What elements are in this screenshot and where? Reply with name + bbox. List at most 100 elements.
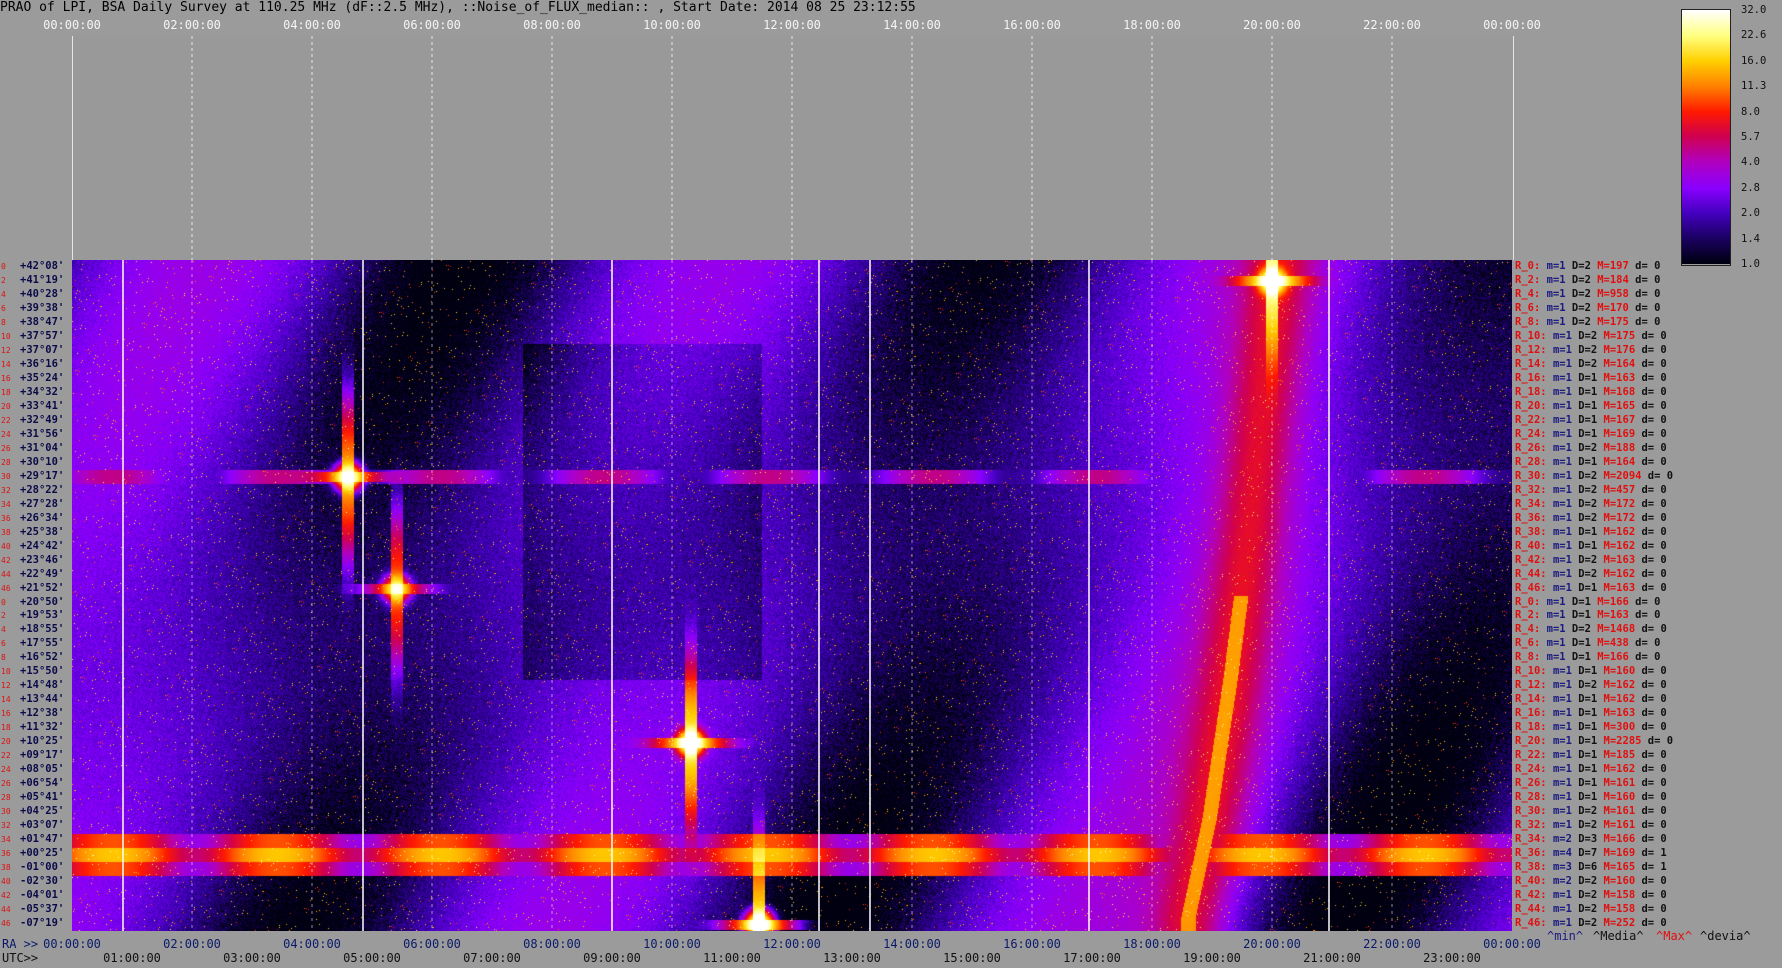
beam-stat-row: R_20: m=1 D=1 M=2285 d= 0 xyxy=(1515,736,1673,747)
beam-stat-m: m=1 xyxy=(1552,777,1572,790)
declination-label: +42°08' xyxy=(20,260,65,272)
declination-label: +05°41' xyxy=(20,791,65,804)
beam-stat-r: R_38: xyxy=(1515,525,1547,538)
beam-stat-m: m=1 xyxy=(1552,567,1572,580)
top-tick-label: 02:00:00 xyxy=(163,18,221,32)
top-tick-label: 00:00:00 xyxy=(1483,18,1541,32)
top-tick-label: 14:00:00 xyxy=(883,18,941,32)
beam-stat-d: D=2 xyxy=(1578,903,1598,916)
beam-stat-z: d= 0 xyxy=(1641,721,1667,734)
beam-stat-z: d= 0 xyxy=(1641,567,1667,580)
beam-stat-row: R_4: m=1 D=2 M=958 d= 0 xyxy=(1515,287,1660,300)
beam-stat-M: M=163 xyxy=(1597,609,1629,622)
beam-stat-z: d= 0 xyxy=(1641,553,1667,566)
beam-stat-r: R_24: xyxy=(1515,763,1547,776)
beam-index-label: 46 xyxy=(1,919,11,929)
beam-stat-z: d= 0 xyxy=(1641,441,1667,454)
beam-stat-z: d= 0 xyxy=(1641,329,1667,342)
beam-stat-d: D=6 xyxy=(1578,861,1598,874)
beam-stat-M: M=172 xyxy=(1603,511,1636,524)
beam-index-label: 44 xyxy=(1,569,11,579)
beam-stat-z: d= 0 xyxy=(1641,343,1667,356)
beam-stat-z: d= 0 xyxy=(1635,637,1661,650)
beam-stat-z: d= 0 xyxy=(1641,693,1667,706)
beam-stat-z: d= 0 xyxy=(1641,525,1667,538)
beam-index-label: 32 xyxy=(1,821,11,831)
chart-title: PRAO of LPI, BSA Daily Survey at 110.25 … xyxy=(0,0,916,15)
declination-label: +32°49' xyxy=(20,413,65,426)
beam-stat-row: R_2: m=1 D=2 M=184 d= 0 xyxy=(1515,274,1660,286)
beam-stat-m: m=1 xyxy=(1546,623,1566,636)
beam-stat-d: D=1 xyxy=(1578,693,1598,706)
beam-stat-M: M=165 xyxy=(1603,399,1636,412)
beam-index-label: 36 xyxy=(1,513,11,523)
beam-index-label: 20 xyxy=(1,401,11,411)
utc-tick-label: 01:00:00 xyxy=(103,951,161,965)
beam-stat-z: d= 0 xyxy=(1647,469,1674,482)
beam-stat-row: R_40: m=2 D=2 M=160 d= 0 xyxy=(1515,876,1667,887)
beam-stat-M: M=457 xyxy=(1603,483,1636,496)
ra-tick-label: 00:00:00 xyxy=(43,937,101,951)
beam-stat-r: R_20: xyxy=(1515,399,1547,412)
beam-index-label: 46 xyxy=(1,583,11,593)
beam-stat-z: d= 0 xyxy=(1641,805,1667,818)
colorbar-tick-label: 1.4 xyxy=(1741,232,1760,245)
beam-stat-r: R_44: xyxy=(1515,567,1547,580)
beam-stat-z: d= 0 xyxy=(1641,679,1667,692)
beam-index-label: 6 xyxy=(1,303,6,313)
declination-label: +09°17' xyxy=(20,749,65,762)
beam-stat-r: R_12: xyxy=(1515,343,1547,356)
beam-index-label: 44 xyxy=(1,905,11,915)
beam-stat-m: m=3 xyxy=(1552,861,1572,874)
beam-stat-r: R_18: xyxy=(1515,721,1547,734)
beam-stat-z: d= 0 xyxy=(1641,903,1667,916)
beam-stat-row: R_18: m=1 D=1 M=168 d= 0 xyxy=(1515,386,1667,398)
beam-stat-d: D=1 xyxy=(1578,427,1598,440)
top-tick-label: 18:00:00 xyxy=(1123,18,1181,32)
declination-label: +16°52' xyxy=(20,651,65,664)
beam-stat-M: M=162 xyxy=(1603,539,1636,552)
beam-index-label: 30 xyxy=(1,807,11,817)
beam-stat-m: m=1 xyxy=(1552,441,1572,454)
beam-stat-M: M=197 xyxy=(1597,260,1629,272)
declination-label: +14°48' xyxy=(20,679,65,692)
beam-index-label: 38 xyxy=(1,527,11,537)
declination-label: -02°30' xyxy=(20,875,65,888)
beam-stat-m: m=1 xyxy=(1552,679,1572,692)
beam-stat-d: D=2 xyxy=(1571,315,1591,328)
beam-stat-d: D=1 xyxy=(1571,595,1591,608)
beam-stat-m: m=1 xyxy=(1552,791,1572,804)
beam-stat-z: d= 0 xyxy=(1647,735,1674,748)
beam-stat-r: R_26: xyxy=(1515,441,1547,454)
beam-stat-row: R_10: m=1 D=2 M=175 d= 0 xyxy=(1515,329,1667,342)
top-tick-label: 16:00:00 xyxy=(1003,18,1061,32)
beam-stat-M: M=2094 xyxy=(1603,469,1642,482)
beam-stat-r: R_32: xyxy=(1515,483,1547,496)
beam-stat-row: R_14: m=1 D=1 M=162 d= 0 xyxy=(1515,694,1667,705)
declination-label: +33°41' xyxy=(20,399,65,412)
beam-index-label: 42 xyxy=(1,555,11,565)
declination-label: -07°19' xyxy=(20,917,65,930)
declination-label: +22°49' xyxy=(20,567,65,580)
beam-stat-row: R_0: m=1 D=1 M=166 d= 0 xyxy=(1515,595,1660,608)
beam-stat-row: R_36: m=1 D=2 M=172 d= 0 xyxy=(1515,511,1667,524)
ra-tick-label: 16:00:00 xyxy=(1003,937,1061,951)
utc-tick-label: 11:00:00 xyxy=(703,951,761,965)
beam-stat-d: D=1 xyxy=(1578,371,1598,384)
beam-stat-M: M=958 xyxy=(1597,287,1629,300)
beam-stat-r: R_28: xyxy=(1515,455,1547,468)
beam-stat-r: R_0: xyxy=(1515,260,1541,272)
beam-stat-d: D=2 xyxy=(1578,553,1598,566)
beam-stat-r: R_34: xyxy=(1515,833,1547,846)
beam-index-label: 14 xyxy=(1,695,11,705)
beam-stat-row: R_28: m=1 D=1 M=164 d= 0 xyxy=(1515,455,1667,468)
beam-stat-d: D=1 xyxy=(1578,763,1598,776)
declination-label: +03°07' xyxy=(20,819,65,832)
declination-label: +26°34' xyxy=(20,511,65,524)
declination-label: +12°38' xyxy=(20,707,65,720)
beam-stat-M: M=164 xyxy=(1603,357,1636,370)
beam-stat-z: d= 0 xyxy=(1635,315,1661,328)
beam-stat-M: M=167 xyxy=(1603,413,1636,426)
beam-stat-row: R_16: m=1 D=1 M=163 d= 0 xyxy=(1515,708,1667,719)
declination-label: +10°25' xyxy=(20,735,65,748)
